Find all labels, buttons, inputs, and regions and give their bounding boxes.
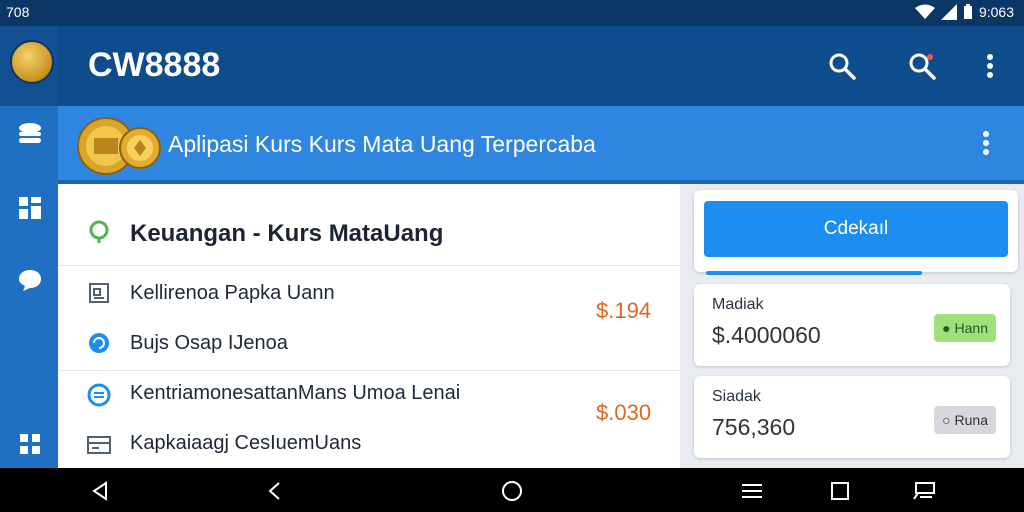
back-chevron-icon[interactable] (262, 480, 286, 502)
wifi-icon (914, 4, 935, 20)
banner: Aplipasi Kurs Kurs Mata Uang Terpercaba (58, 106, 1024, 184)
status-badge[interactable]: ○ Runa (934, 406, 996, 434)
chip-label: Runa (954, 412, 988, 428)
list-item[interactable]: Kapkaiaagj CesIuemUans (58, 430, 680, 468)
chat-refresh-icon (86, 330, 112, 356)
list-item[interactable]: Kellirenoa Papka Uann $.194 (58, 276, 680, 326)
receipt-icon (86, 280, 112, 306)
battery-icon (963, 4, 973, 20)
currency-circle-icon (86, 382, 112, 408)
list-item-amount: $.030 (596, 400, 652, 425)
chat-icon[interactable] (16, 266, 44, 294)
divider (58, 370, 680, 371)
recents-icon[interactable] (828, 480, 852, 502)
navigation-rail (0, 26, 58, 468)
logo-text: CW8888 (88, 46, 221, 84)
status-bar: 708 9:063 (0, 0, 1024, 26)
list-item[interactable]: KentriamonesattanMans Umoa Lenai $.030 (58, 380, 680, 430)
grid-menu-icon[interactable] (16, 430, 44, 458)
summary-card[interactable]: Siadak 756,360 ○ Runa (694, 376, 1010, 458)
keyboard-icon[interactable] (912, 480, 936, 502)
search-icon[interactable] (826, 50, 858, 82)
list-item-amount: $.194 (596, 298, 652, 323)
more-vert-icon[interactable] (974, 50, 1006, 82)
list-item-label: Kapkaiaagj CesIuemUans (130, 432, 362, 454)
summary-card[interactable]: Madiak $.4000060 ● Hann (694, 284, 1010, 366)
card-label: Madiak (712, 296, 764, 313)
coins-icon (76, 110, 162, 180)
chip-dot-icon: ● (942, 320, 951, 336)
search-alert-icon[interactable] (906, 50, 938, 82)
main-panel: Keuangan - Kurs MataUang Kellirenoa Papk… (58, 184, 680, 468)
chip-label: Hann (954, 320, 988, 336)
location-pin-icon (88, 220, 110, 249)
database-icon[interactable] (16, 120, 44, 148)
status-left-text: 708 (6, 4, 30, 20)
app-bar: CW8888 (58, 26, 1024, 106)
card-icon (86, 432, 112, 458)
progress-bar (706, 271, 922, 275)
avatar[interactable] (10, 40, 54, 84)
system-nav-bar (0, 468, 1024, 512)
back-triangle-icon[interactable] (88, 480, 112, 502)
action-card: Cdekaıl (694, 190, 1018, 272)
dashboard-icon[interactable] (16, 194, 44, 222)
primary-button[interactable]: Cdekaıl (704, 201, 1008, 257)
status-badge[interactable]: ● Hann (934, 314, 996, 342)
card-value: $.4000060 (712, 322, 821, 348)
app-logo[interactable]: CW8888 (88, 46, 220, 85)
section-header: Keuangan - Kurs MataUang (58, 184, 680, 266)
home-icon[interactable] (500, 480, 524, 502)
banner-more-icon[interactable] (982, 130, 990, 161)
side-panel: Cdekaıl Madiak $.4000060 ● Hann Siadak 7… (680, 184, 1024, 468)
card-value: 756,360 (712, 414, 796, 440)
banner-title: Aplipasi Kurs Kurs Mata Uang Terpercaba (168, 131, 596, 157)
list-item-label: KentriamonesattanMans Umoa Lenai (130, 382, 461, 404)
list-item-label: Bujs Osap IJenoa (130, 332, 288, 354)
section-title: Keuangan - Kurs MataUang (130, 220, 444, 247)
menu-lines-icon[interactable] (740, 480, 764, 502)
list-item[interactable]: Bujs Osap IJenoa (58, 326, 680, 370)
signal-icon (940, 4, 957, 20)
list-item-label: Kellirenoa Papka Uann (130, 282, 335, 304)
card-label: Siadak (712, 388, 761, 405)
chip-dot-icon: ○ (942, 412, 951, 428)
status-time: 9:063 (978, 4, 1014, 20)
